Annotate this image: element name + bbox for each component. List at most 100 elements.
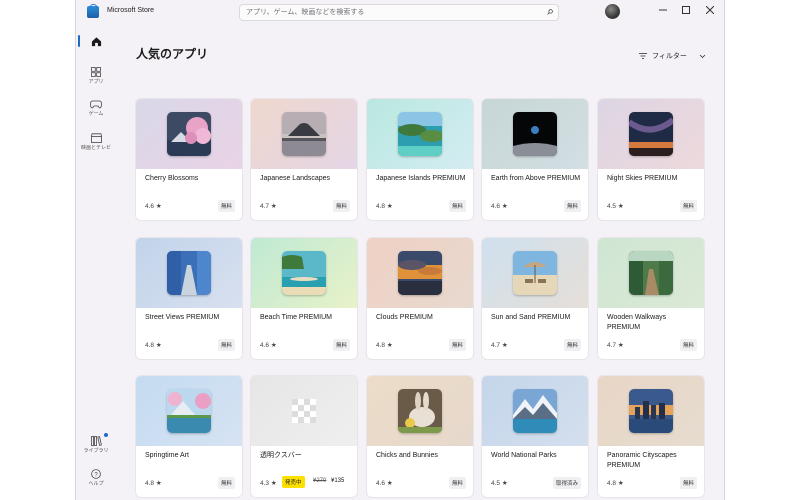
search-icon[interactable] (547, 9, 553, 15)
nav-label-apps: アプリ (88, 79, 104, 85)
page-title: 人気のアプリ (136, 47, 209, 61)
app-name: Clouds PREMIUM (376, 314, 433, 321)
maximize-icon (682, 6, 690, 14)
nav-item-apps[interactable]: アプリ (76, 67, 116, 85)
nav-label-movies: 映画とテレビ (80, 145, 111, 151)
app-name: Cherry Blossoms (145, 175, 199, 182)
price-badge: 無料 (448, 477, 466, 489)
price-badge: 無料 (217, 339, 235, 351)
mount-fuji-thumbnail (282, 112, 326, 156)
app-card-street-views[interactable]: Street Views PREMIUM 4.8 ★ 無料 (136, 238, 242, 359)
app-name: Springtime Art (145, 452, 189, 459)
clouds-thumbnail (398, 251, 442, 295)
nav-item-movies[interactable]: 映画とテレビ (76, 133, 116, 151)
app-rating: 4.8 ★ (145, 342, 162, 349)
springtime-art-thumbnail (167, 389, 211, 433)
price-badge: 無料 (563, 339, 581, 351)
chevron-down-icon (699, 54, 706, 58)
app-name: Wooden Walkways PREMIUM (607, 314, 667, 331)
night-sky-thumbnail (629, 112, 673, 156)
app-rating: 4.7 ★ (260, 203, 277, 210)
bunny-thumbnail (398, 389, 442, 433)
transparent-checker-thumbnail (282, 389, 326, 433)
maximize-button[interactable] (676, 4, 696, 18)
price-badge: 無料 (332, 339, 350, 351)
app-card-world-national-parks[interactable]: World National Parks 4.5 ★ 取得済み (482, 376, 588, 497)
app-card-earth-from-above[interactable]: Earth from Above PREMIUM 4.6 ★ 無料 (482, 99, 588, 220)
app-card-springtime-art[interactable]: Springtime Art 4.8 ★ 無料 (136, 376, 242, 497)
search-box[interactable] (239, 4, 559, 21)
app-name: Earth from Above PREMIUM (491, 175, 581, 182)
price-badge: 無料 (679, 339, 697, 351)
clapperboard-icon (90, 133, 102, 143)
app-card-transparent-taskbar[interactable]: 透明クスバー 4.3 ★ 発売中 ¥270 ¥135 (251, 376, 357, 497)
app-rating: 4.6 ★ (260, 342, 277, 349)
sun-sand-thumbnail (513, 251, 557, 295)
app-name: Panoramic Cityscapes PREMIUM (607, 452, 677, 469)
app-card-wooden-walkways[interactable]: Wooden Walkways PREMIUM 4.7 ★ 無料 (598, 238, 704, 359)
help-icon: ? (91, 469, 101, 479)
owned-badge: 取得済み (552, 477, 581, 489)
nav-label-games: ゲーム (88, 111, 104, 117)
app-card-panoramic-cityscapes[interactable]: Panoramic Cityscapes PREMIUM 4.8 ★ 無料 (598, 376, 704, 497)
app-rating: 4.6 ★ (145, 203, 162, 210)
app-name: Japanese Islands PREMIUM (376, 175, 466, 182)
filter-icon (639, 53, 647, 60)
cherry-blossom-thumbnail (167, 112, 211, 156)
home-icon (91, 37, 101, 47)
minimize-icon (659, 9, 667, 11)
minimize-button[interactable] (653, 4, 673, 18)
price-badge: 無料 (217, 477, 235, 489)
app-name: Night Skies PREMIUM (607, 175, 678, 182)
app-card-night-skies[interactable]: Night Skies PREMIUM 4.5 ★ 無料 (598, 99, 704, 220)
apps-icon (91, 67, 101, 77)
app-name: Japanese Landscapes (260, 175, 331, 182)
islands-thumbnail (398, 112, 442, 156)
app-rating: 4.8 ★ (145, 480, 162, 487)
app-card-clouds[interactable]: Clouds PREMIUM 4.8 ★ 無料 (367, 238, 473, 359)
walkway-thumbnail (629, 251, 673, 295)
original-price: ¥270 (313, 478, 327, 484)
price-badge: 無料 (448, 200, 466, 212)
search-input[interactable] (246, 5, 536, 20)
app-rating: 4.6 ★ (491, 203, 508, 210)
app-name: Chicks and Bunnies (376, 452, 438, 459)
app-card-japanese-islands[interactable]: Japanese Islands PREMIUM 4.8 ★ 無料 (367, 99, 473, 220)
app-card-sun-and-sand[interactable]: Sun and Sand PREMIUM 4.7 ★ 無料 (482, 238, 588, 359)
store-bag-icon (87, 4, 99, 18)
sale-price: ¥135 (331, 478, 345, 484)
app-card-beach-time[interactable]: Beach Time PREMIUM 4.6 ★ 無料 (251, 238, 357, 359)
app-card-japanese-landscapes[interactable]: Japanese Landscapes 4.7 ★ 無料 (251, 99, 357, 220)
cityscape-thumbnail (629, 389, 673, 433)
price-badge: 無料 (332, 200, 350, 212)
nav-item-help[interactable]: ? ヘルプ (76, 469, 116, 487)
app-rating: 4.7 ★ (607, 342, 624, 349)
nav-label-library: ライブラリ (83, 448, 109, 454)
filter-label: フィルター (651, 53, 687, 60)
app-rating: 4.8 ★ (376, 203, 393, 210)
app-rating: 4.7 ★ (491, 342, 508, 349)
app-title: Microsoft Store (107, 7, 155, 14)
user-avatar[interactable] (605, 4, 620, 19)
nav-item-library[interactable]: ライブラリ (76, 436, 116, 454)
price-badge: 無料 (679, 200, 697, 212)
nav-item-games[interactable]: ゲーム (76, 100, 116, 117)
app-rating: 4.5 ★ (607, 203, 624, 210)
nav-label-help: ヘルプ (88, 481, 104, 487)
app-card-cherry-blossoms[interactable]: Cherry Blossoms 4.6 ★ 無料 (136, 99, 242, 220)
gamepad-icon (90, 100, 102, 109)
close-icon (705, 5, 715, 15)
app-rating: 4.5 ★ (491, 480, 508, 487)
library-icon (90, 436, 102, 446)
close-button[interactable] (700, 4, 720, 18)
nav-item-home[interactable] (76, 36, 116, 47)
sale-badge: 発売中 (282, 476, 305, 488)
price-badge: 無料 (563, 200, 581, 212)
svg-text:?: ? (94, 472, 98, 478)
filter-button[interactable]: フィルター (639, 51, 706, 61)
beach-thumbnail (282, 251, 326, 295)
title-bar: Microsoft Store (76, 0, 724, 26)
price-badge: 無料 (448, 339, 466, 351)
app-rating: 4.3 ★ (260, 480, 277, 487)
app-card-chicks-and-bunnies[interactable]: Chicks and Bunnies 4.6 ★ 無料 (367, 376, 473, 497)
